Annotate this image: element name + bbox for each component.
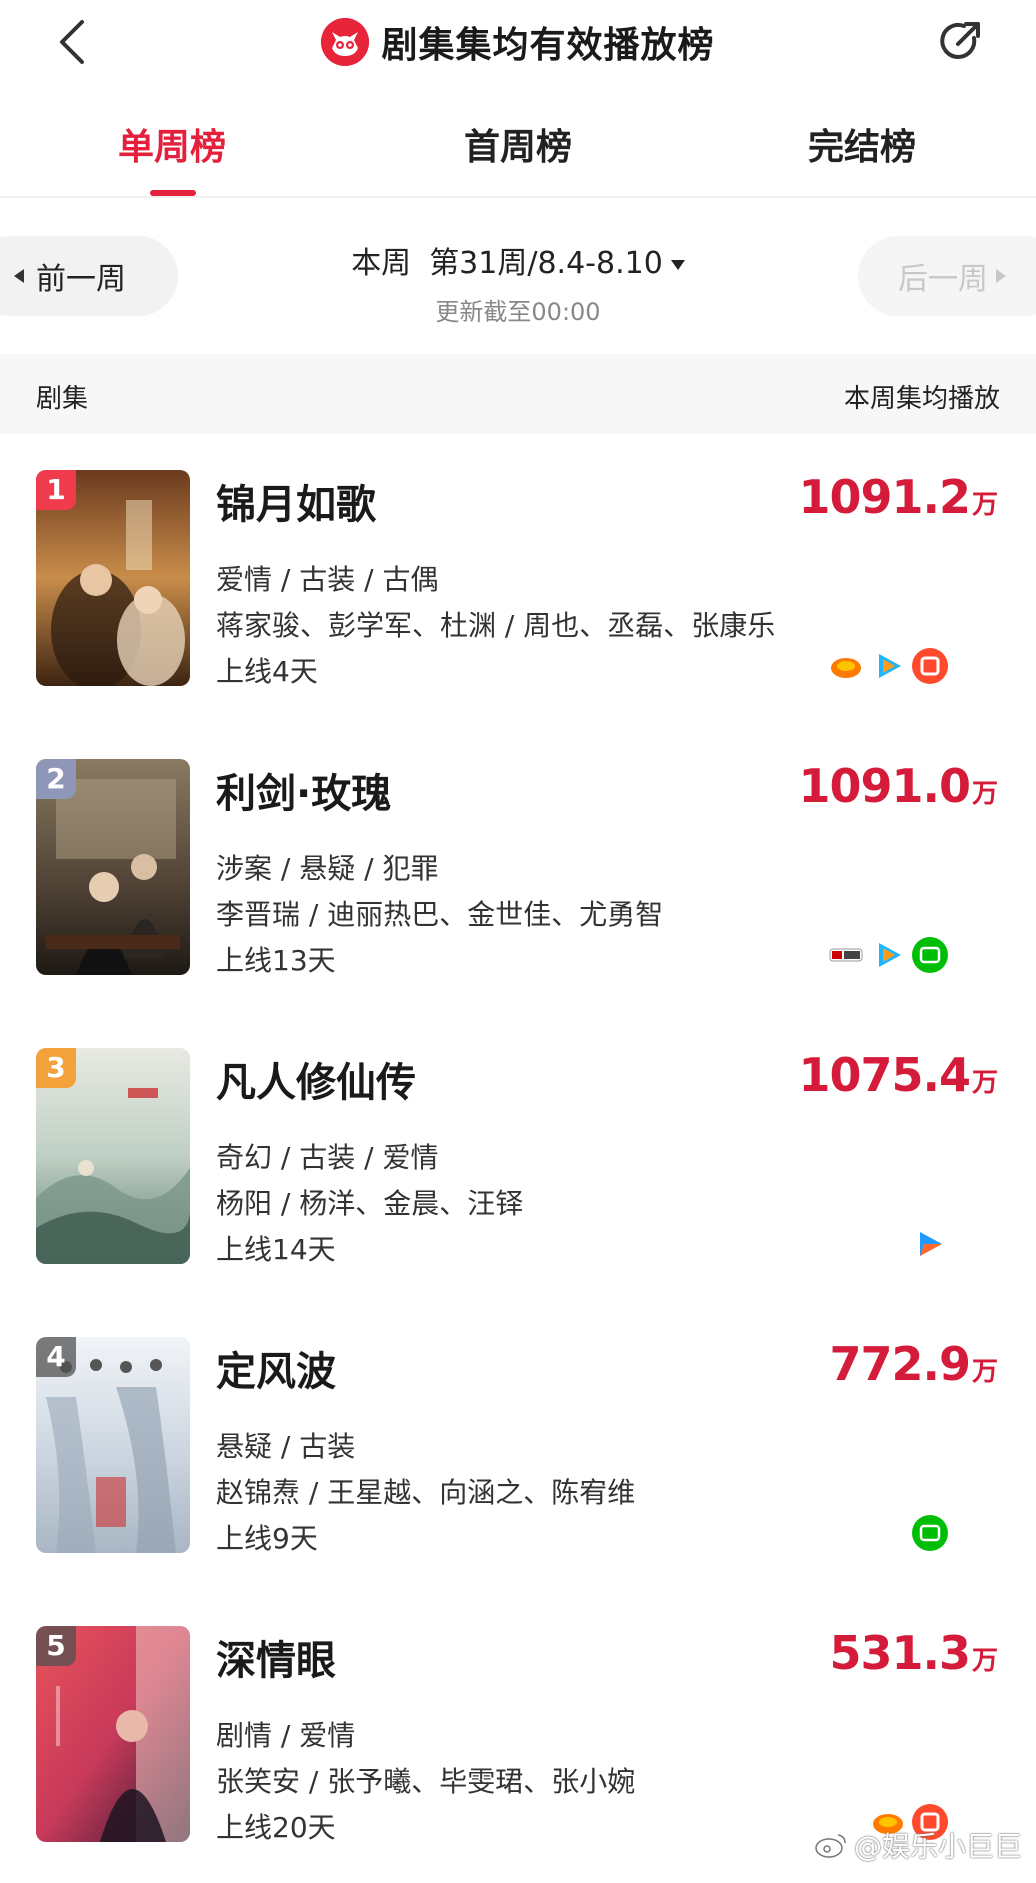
days-online: 上线4天 (216, 655, 318, 688)
tab-finished[interactable]: 完结榜 (808, 118, 916, 170)
list-item[interactable]: 2 利剑·玫瑰 涉案 / 悬疑 / 犯罪 李晋瑞 / 迪丽热巴、金世佳、尤勇智 … (0, 723, 1036, 1012)
list-item[interactable]: 3 凡人修仙传 奇幻 / 古装 / 爱情 杨阳 / 杨洋、金晨、汪铎 上线14天… (0, 1012, 1036, 1301)
show-title: 锦月如歌 (216, 482, 376, 528)
poster-image: 1 (36, 470, 190, 686)
poster-image: 2 (36, 759, 190, 975)
top-bar: 剧集集均有效播放榜 (0, 0, 1036, 84)
poster-image: 5 (36, 1626, 190, 1842)
days-online: 上线14天 (216, 1233, 336, 1266)
next-week-button[interactable]: 后一周 (858, 236, 1036, 316)
tencent-video-icon (870, 937, 906, 973)
platform-icons (912, 1515, 948, 1551)
weibo-icon (815, 1834, 846, 1858)
tab-first-week[interactable]: 首周榜 (464, 118, 572, 170)
list-header: 剧集 本周集均播放 (0, 354, 1036, 434)
rank-badge: 1 (36, 470, 76, 510)
tab-bar: 单周榜 首周榜 完结榜 (0, 96, 1036, 198)
list-item[interactable]: 1 锦月如歌 爱情 / 古装 / 古偶 蒋家骏、彭学军、杜渊 / 周也、丞磊、张… (0, 434, 1036, 723)
next-week-label: 后一周 (898, 262, 988, 297)
mango-tv-icon (828, 648, 864, 684)
show-title: 凡人修仙传 (216, 1060, 416, 1106)
week-selector: 前一周 本周 第31周/8.4-8.10 更新截至00:00 后一周 (0, 200, 1036, 354)
watermark: @娱乐小巨巨 (814, 1825, 1022, 1865)
caret-right-icon (996, 269, 1006, 283)
caret-down-icon (670, 259, 685, 270)
show-cast: 李晋瑞 / 迪丽热巴、金世佳、尤勇智 (216, 898, 664, 931)
show-cast: 杨阳 / 杨洋、金晨、汪铎 (216, 1187, 524, 1220)
poster-image: 4 (36, 1337, 190, 1553)
play-count: 1075.4万 (798, 1048, 998, 1102)
cctv8-icon (828, 937, 864, 973)
days-online: 上线20天 (216, 1811, 336, 1844)
platform-icons (828, 937, 948, 973)
rank-badge: 3 (36, 1048, 76, 1088)
platform-icons (828, 648, 948, 684)
iqiyi-icon (912, 937, 948, 973)
show-genres: 悬疑 / 古装 (216, 1430, 356, 1463)
show-cast: 赵锦焘 / 王星越、向涵之、陈宥维 (216, 1476, 636, 1509)
rank-badge: 4 (36, 1337, 76, 1377)
play-count: 1091.2万 (798, 470, 998, 524)
youku-icon (912, 1226, 948, 1262)
play-count: 531.3万 (829, 1626, 998, 1680)
youku-icon (912, 648, 948, 684)
rank-badge: 5 (36, 1626, 76, 1666)
title-group: 剧集集均有效播放榜 (0, 14, 1036, 70)
tab-weekly[interactable]: 单周榜 (118, 118, 226, 170)
list-item[interactable]: 4 定风波 悬疑 / 古装 赵锦焘 / 王星越、向涵之、陈宥维 上线9天 772… (0, 1301, 1036, 1590)
column-title-plays: 本周集均播放 (843, 384, 1000, 414)
current-week-label: 本周 (351, 246, 412, 281)
show-genres: 奇幻 / 古装 / 爱情 (216, 1141, 439, 1174)
share-button[interactable] (934, 16, 986, 68)
show-title: 利剑·玫瑰 (216, 771, 392, 817)
show-genres: 爱情 / 古装 / 古偶 (216, 563, 439, 596)
show-genres: 涉案 / 悬疑 / 犯罪 (216, 852, 439, 885)
cat-eye-logo-icon (321, 18, 370, 66)
poster-image: 3 (36, 1048, 190, 1264)
page-title: 剧集集均有效播放榜 (381, 25, 715, 66)
show-cast: 蒋家骏、彭学军、杜渊 / 周也、丞磊、张康乐 (216, 609, 776, 642)
watermark-text: @娱乐小巨巨 (853, 1830, 1022, 1863)
days-online: 上线13天 (216, 944, 336, 977)
show-cast: 张笑安 / 张予曦、毕雯珺、张小婉 (216, 1765, 636, 1798)
week-range: 第31周/8.4-8.10 (429, 238, 685, 282)
show-title: 定风波 (216, 1349, 336, 1395)
platform-icons (912, 1226, 948, 1262)
show-genres: 剧情 / 爱情 (216, 1719, 356, 1752)
tencent-video-icon (870, 648, 906, 684)
show-title: 深情眼 (216, 1638, 336, 1684)
play-count: 1091.0万 (798, 759, 998, 813)
column-title-show: 剧集 (36, 384, 89, 414)
rank-badge: 2 (36, 759, 76, 799)
days-online: 上线9天 (216, 1522, 318, 1555)
iqiyi-icon (912, 1515, 948, 1551)
share-icon (940, 22, 980, 59)
play-count: 772.9万 (829, 1337, 998, 1391)
active-tab-indicator (150, 190, 196, 196)
